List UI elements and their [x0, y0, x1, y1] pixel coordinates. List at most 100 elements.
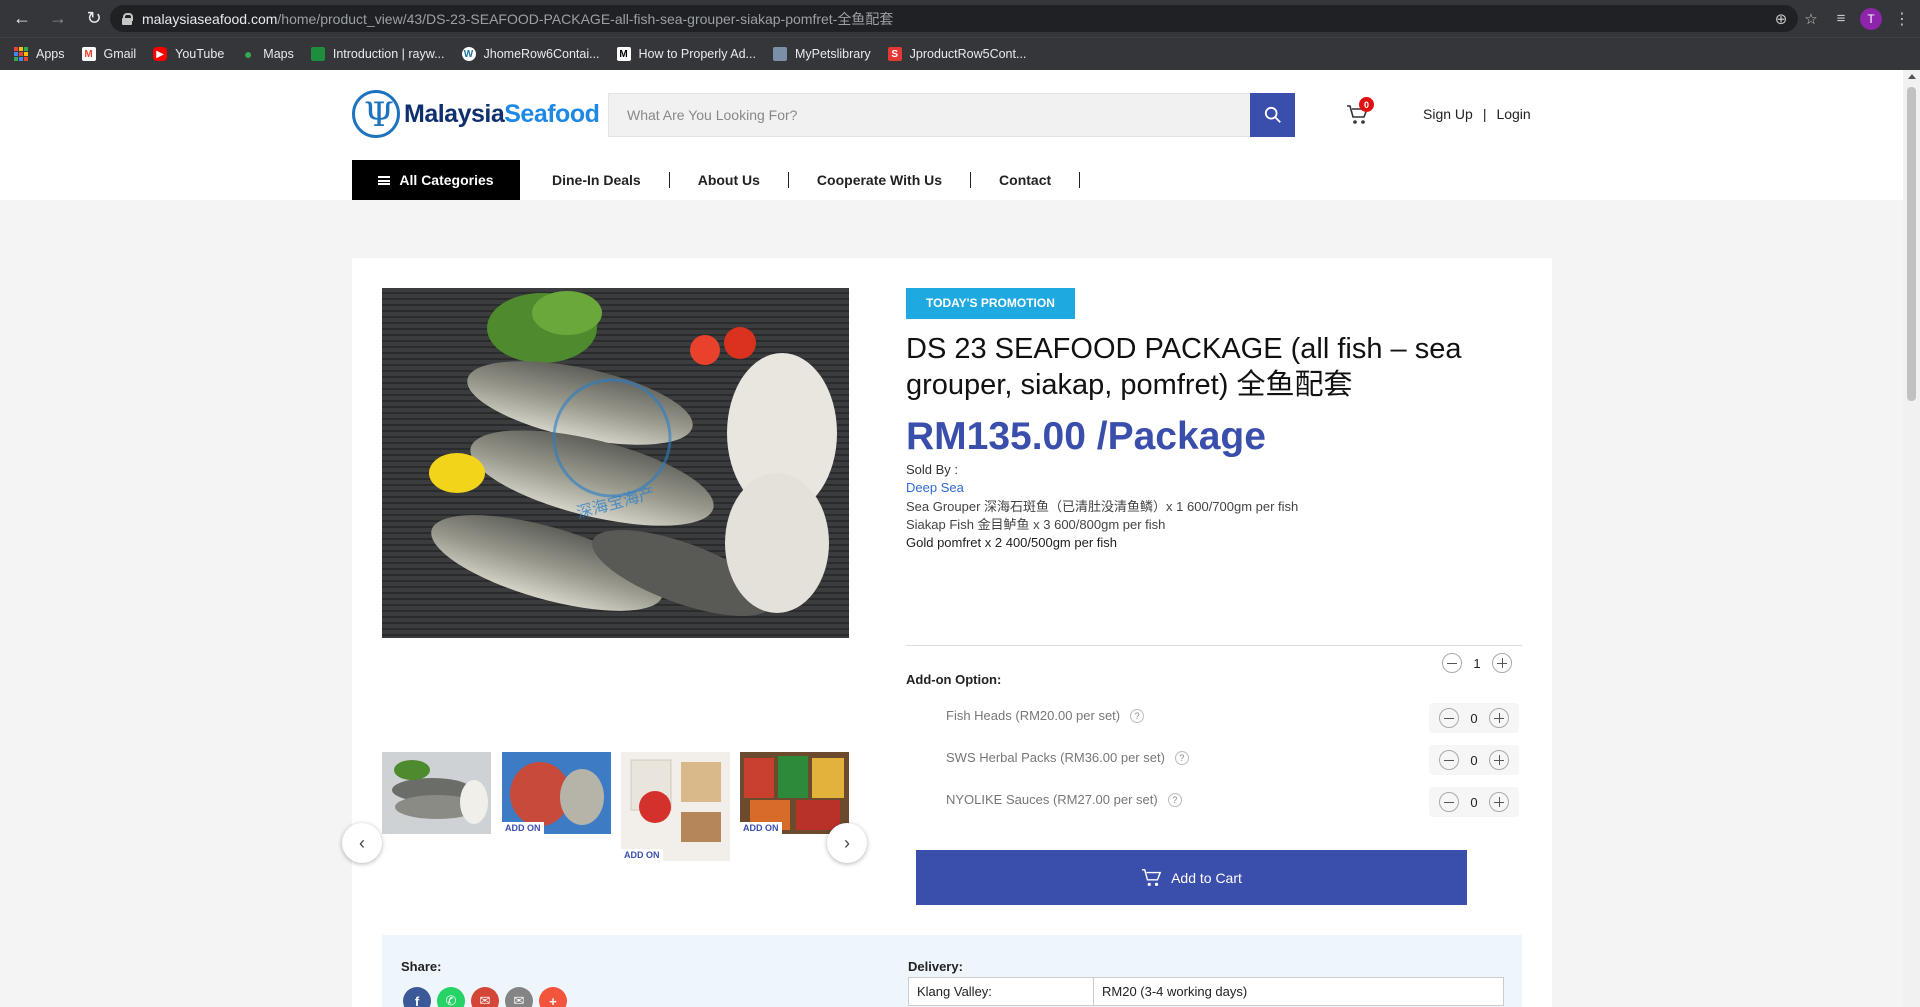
product-description: Sea Grouper 深海石斑鱼（已清肚没清鱼鳞）x 1 600/700gm … [906, 498, 1298, 552]
thumbnail-strip: ADD ON ADD ON ADD ON [382, 752, 849, 861]
search-box [608, 93, 1295, 137]
lock-icon [122, 12, 133, 25]
gmail-share-icon[interactable]: ✉ [471, 987, 499, 1007]
addon-qty[interactable]: 0 [1459, 795, 1489, 810]
cart-count-badge: 0 [1359, 97, 1374, 112]
seller-link[interactable]: Deep Sea [906, 480, 964, 495]
description-line: Sea Grouper 深海石斑鱼（已清肚没清鱼鳞）x 1 600/700gm … [906, 499, 1299, 514]
share-delivery-panel: Share: f ✆ ✉ ✉ + Delivery: Klang Valley:… [382, 935, 1522, 1007]
email-share-icon[interactable]: ✉ [505, 987, 533, 1007]
chevron-left-icon: ‹ [359, 832, 365, 853]
reading-list-icon[interactable]: ≡ [1826, 10, 1856, 27]
help-icon[interactable]: ? [1174, 750, 1189, 765]
quantity-stepper: 1 [1442, 653, 1512, 673]
addon-label: Fish Heads (RM20.00 per set) [946, 708, 1121, 723]
all-categories-button[interactable]: All Categories [352, 160, 520, 200]
thumbnail-prev-arrow[interactable]: ‹ [342, 823, 382, 863]
addon-decrease-button[interactable] [1439, 750, 1459, 770]
delivery-table: Klang Valley: RM20 (3-4 working days) [908, 977, 1504, 1006]
youtube-icon: ▶ [153, 47, 168, 61]
search-input[interactable] [609, 94, 1229, 136]
decrease-quantity-button[interactable] [1442, 653, 1462, 673]
url-path: /home/product_view/43/DS-23-SEAFOOD-PACK… [277, 10, 894, 27]
share-icons: f ✆ ✉ ✉ + [403, 987, 573, 1007]
site-header: MalaysiaSeafood 0 Sign Up | Login All Ca… [0, 70, 1903, 200]
product-main-image[interactable]: 深海宝海产 [382, 288, 849, 638]
signup-link[interactable]: Sign Up [1423, 106, 1473, 122]
menu-item-contact[interactable]: Contact [971, 172, 1081, 188]
address-bar[interactable]: malaysiaseafood.com/home/product_view/43… [110, 5, 1798, 32]
addon-increase-button[interactable] [1489, 708, 1509, 728]
gmail-icon: M [81, 47, 96, 61]
bookmark-youtube[interactable]: ▶ YouTube [153, 47, 224, 61]
addon-increase-button[interactable] [1489, 750, 1509, 770]
bookmark-introduction[interactable]: Introduction | rayw... [310, 47, 445, 61]
menu-item-about-us[interactable]: About Us [670, 172, 789, 188]
more-share-icon[interactable]: + [539, 987, 567, 1007]
thumbnail-fish-heads[interactable]: ADD ON [502, 752, 611, 834]
add-to-cart-button[interactable]: Add to Cart [916, 850, 1467, 905]
quantity-value[interactable]: 1 [1462, 656, 1492, 671]
addon-stepper: 0 [1429, 703, 1519, 733]
web-page: MalaysiaSeafood 0 Sign Up | Login All Ca… [0, 70, 1920, 1007]
bookmark-apps[interactable]: Apps [14, 47, 65, 61]
whatsapp-icon[interactable]: ✆ [437, 987, 465, 1007]
share-title: Share: [401, 959, 442, 974]
profile-avatar[interactable]: T [1860, 7, 1882, 30]
bookmarks-bar: Apps M Gmail ▶ YouTube ● Maps Introducti… [0, 37, 1920, 70]
bookmark-jproductrow[interactable]: S JproductRow5Cont... [887, 47, 1026, 61]
description-line: Gold pomfret x 2 400/500gm per fish [906, 535, 1118, 550]
addon-label: NYOLIKE Sauces (RM27.00 per set) [946, 792, 1158, 807]
forward-arrow-icon[interactable]: → [44, 5, 72, 33]
pets-icon [772, 47, 787, 61]
addon-decrease-button[interactable] [1439, 708, 1459, 728]
addon-item: SWS Herbal Packs (RM36.00 per set) ? [946, 750, 1189, 765]
more-menu-icon[interactable]: ⋮ [1892, 9, 1912, 29]
hamburger-icon [378, 175, 391, 185]
bookmark-star-icon[interactable]: ☆ [1796, 10, 1826, 28]
scroll-up-arrow-icon[interactable] [1908, 74, 1916, 79]
scrollbar-thumb[interactable] [1907, 87, 1916, 401]
back-arrow-icon[interactable]: ← [8, 5, 36, 33]
thumbnail-sauces[interactable]: ADD ON [740, 752, 849, 834]
addon-title: Add-on Option: [906, 672, 1002, 687]
addon-item: NYOLIKE Sauces (RM27.00 per set) ? [946, 792, 1182, 807]
search-icon [1264, 106, 1281, 123]
increase-quantity-button[interactable] [1492, 653, 1512, 673]
menu-item-cooperate[interactable]: Cooperate With Us [789, 172, 972, 188]
chart-icon [310, 47, 325, 61]
delivery-title: Delivery: [908, 959, 963, 974]
thumbnail-1[interactable] [382, 752, 491, 834]
help-icon[interactable]: ? [1130, 708, 1145, 723]
reload-icon[interactable]: ↻ [80, 5, 108, 33]
bookmark-mypetslibrary[interactable]: MyPetslibrary [772, 47, 871, 61]
product-card: 深海宝海产 ADD ON ADD ON ADD ON ‹ › TODAY'S P… [342, 258, 1552, 1007]
thumbnail-herbal-packs[interactable]: ADD ON [621, 752, 730, 861]
url-host: malaysiaseafood.com [142, 10, 278, 27]
sold-by-label: Sold By : [906, 462, 959, 477]
description-line: Siakap Fish 金目鲈鱼 x 3 600/800gm per fish [906, 517, 1166, 532]
page-scrollbar[interactable] [1903, 70, 1920, 1007]
addon-decrease-button[interactable] [1439, 792, 1459, 812]
bookmark-medium[interactable]: M How to Properly Ad... [616, 47, 756, 61]
addon-increase-button[interactable] [1489, 792, 1509, 812]
facebook-icon[interactable]: f [403, 987, 431, 1007]
site-logo[interactable]: MalaysiaSeafood [352, 90, 600, 138]
search-button[interactable] [1250, 93, 1295, 137]
install-icon[interactable]: ⊕ [1766, 10, 1796, 28]
cart-icon [1142, 868, 1162, 886]
bookmark-gmail[interactable]: M Gmail [81, 47, 136, 61]
help-icon[interactable]: ? [1167, 792, 1182, 807]
auth-separator: | [1482, 106, 1487, 122]
maps-pin-icon: ● [244, 46, 253, 62]
menu-item-dine-in-deals[interactable]: Dine-In Deals [524, 172, 670, 188]
addon-qty[interactable]: 0 [1459, 753, 1489, 768]
wordpress-icon: W [461, 47, 476, 61]
login-link[interactable]: Login [1496, 106, 1530, 122]
bookmark-jhomerow[interactable]: W JhomeRow6Contai... [461, 47, 600, 61]
delivery-fee: RM20 (3-4 working days) [1093, 977, 1504, 1006]
addon-qty[interactable]: 0 [1459, 711, 1489, 726]
main-menu: All Categories Dine-In Deals About Us Co… [352, 160, 1081, 200]
bookmark-maps[interactable]: ● Maps [241, 46, 294, 62]
thumbnail-next-arrow[interactable]: › [827, 823, 867, 863]
